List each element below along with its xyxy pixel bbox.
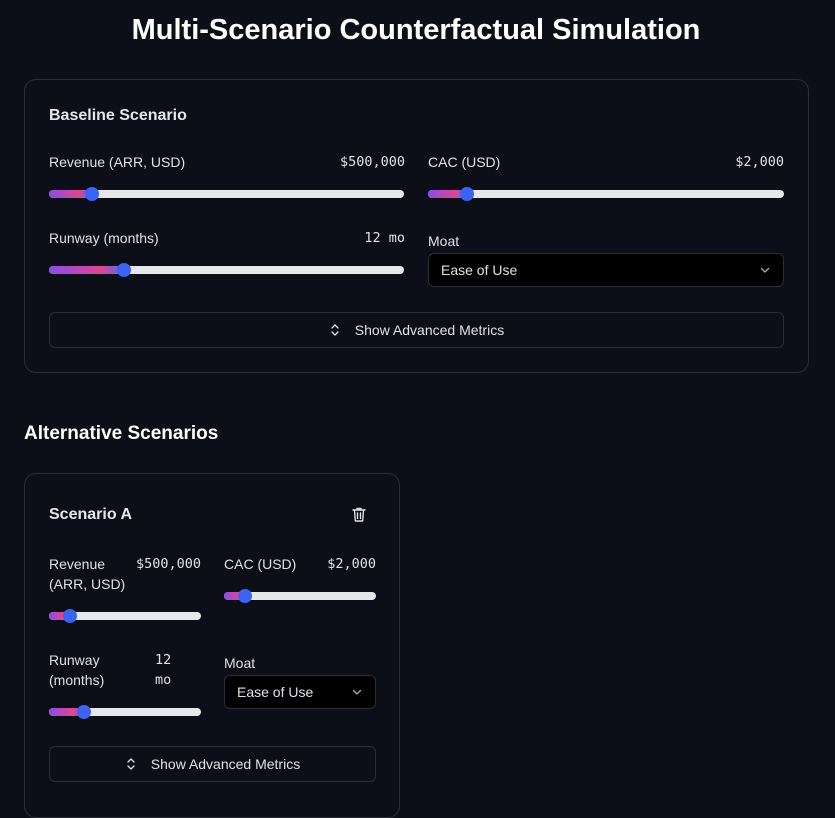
scenario-moat-label: Moat xyxy=(224,655,256,671)
scenario-cac-slider-thumb[interactable] xyxy=(238,589,253,603)
show-advanced-metrics-label: Show Advanced Metrics xyxy=(354,322,505,338)
revenue-value: $500,000 xyxy=(339,154,405,170)
scenario-card: Scenario A Revenue (ARR, USD) $500,000 C… xyxy=(24,473,400,818)
cac-label: CAC (USD) xyxy=(428,154,501,170)
revenue-label: Revenue (ARR, USD) xyxy=(49,154,186,170)
scenario-runway-slider[interactable] xyxy=(49,705,201,719)
scenario-moat-select[interactable]: Ease of Use xyxy=(224,675,376,709)
show-advanced-metrics-button[interactable]: Show Advanced Metrics xyxy=(49,312,784,348)
revenue-slider-thumb[interactable] xyxy=(84,187,99,201)
cac-value: $2,000 xyxy=(735,154,784,170)
moat-select[interactable]: Ease of Use xyxy=(428,253,784,287)
runway-value: 12 mo xyxy=(364,230,405,246)
scenario-runway-slider-thumb[interactable] xyxy=(76,705,91,719)
runway-slider-thumb[interactable] xyxy=(116,263,131,277)
trash-icon[interactable] xyxy=(351,506,367,528)
chevron-down-icon xyxy=(351,676,363,708)
scenario-moat-select-value: Ease of Use xyxy=(237,684,314,700)
scenario-show-advanced-metrics-button[interactable]: Show Advanced Metrics xyxy=(49,746,376,782)
runway-slider[interactable] xyxy=(49,263,404,277)
alternative-scenarios-heading: Alternative Scenarios xyxy=(24,423,219,444)
chevrons-up-down-icon xyxy=(125,757,137,771)
runway-label: Runway (months) xyxy=(49,230,159,246)
scenario-show-advanced-metrics-label: Show Advanced Metrics xyxy=(150,756,301,772)
scenario-revenue-value: $500,000 xyxy=(135,556,201,572)
scenario-revenue-slider-thumb[interactable] xyxy=(63,609,78,623)
runway-slider-fill xyxy=(49,266,124,274)
baseline-card-title: Baseline Scenario xyxy=(49,107,187,124)
scenario-title: Scenario A xyxy=(49,506,132,523)
chevron-down-icon xyxy=(759,254,771,286)
moat-label: Moat xyxy=(428,233,460,249)
scenario-runway-value: 12 mo xyxy=(155,652,172,688)
revenue-slider[interactable] xyxy=(49,187,404,201)
scenario-cac-value: $2,000 xyxy=(327,556,376,572)
scenario-cac-slider[interactable] xyxy=(224,589,376,603)
moat-select-value: Ease of Use xyxy=(441,262,518,278)
chevrons-up-down-icon xyxy=(329,323,341,337)
scenario-runway-label: Runway (months) xyxy=(49,652,105,688)
cac-slider-thumb[interactable] xyxy=(460,187,475,201)
scenario-revenue-slider[interactable] xyxy=(49,609,201,623)
baseline-scenario-card: Baseline Scenario Revenue (ARR, USD) $50… xyxy=(24,79,809,373)
cac-slider[interactable] xyxy=(428,187,784,201)
scenario-cac-label: CAC (USD) xyxy=(224,556,297,572)
page-title: Multi-Scenario Counterfactual Simulation xyxy=(131,14,701,46)
